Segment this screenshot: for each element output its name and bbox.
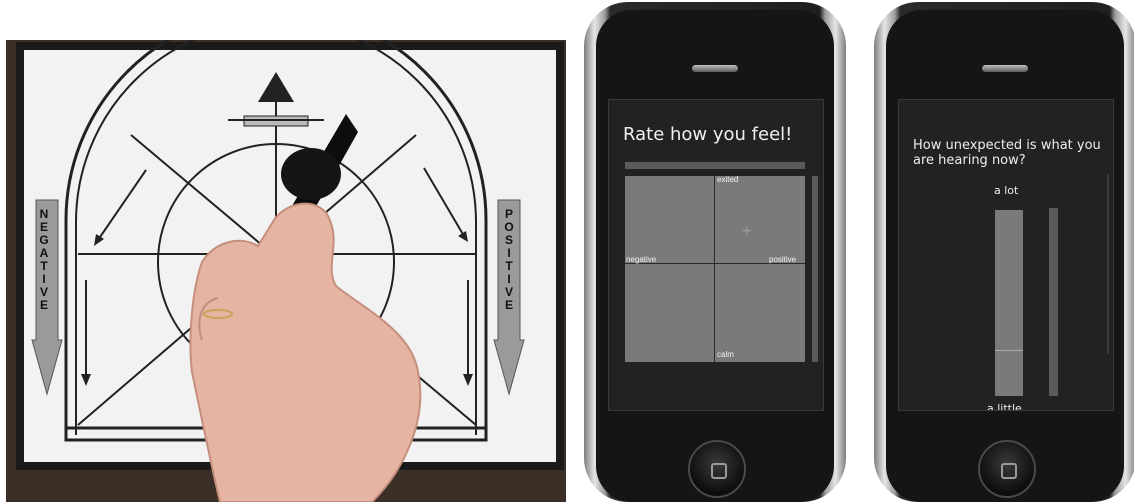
phone-mood-grid: Rate how you feel! exited negative posit… xyxy=(584,2,846,502)
crosshair-cursor[interactable]: + xyxy=(741,224,753,238)
rating-board-illustration xyxy=(6,40,566,502)
screen-title: Rate how you feel! xyxy=(623,124,793,145)
phone1-screen: Rate how you feel! exited negative posit… xyxy=(608,99,824,411)
axis-label-right: positive xyxy=(769,255,797,264)
axis-label-top: exited xyxy=(717,175,739,184)
top-bar xyxy=(625,162,805,169)
rating-board-photo: NEGATIVE POSITIVE xyxy=(6,40,566,502)
unexpectedness-slider[interactable] xyxy=(995,210,1023,396)
side-bar xyxy=(1049,208,1058,396)
mood-grid[interactable]: exited negative positive calm + xyxy=(625,175,805,362)
home-button[interactable] xyxy=(978,440,1036,498)
phone-unexpectedness-slider: How unexpected is what you are hearing n… xyxy=(874,2,1134,502)
home-button[interactable] xyxy=(688,440,746,498)
slider-top-label: a lot xyxy=(994,184,1019,197)
side-bar xyxy=(812,176,818,362)
axis-label-bottom: calm xyxy=(717,350,734,359)
slider-bottom-label: a little xyxy=(987,402,1022,411)
negative-label: NEGATIVE xyxy=(39,207,49,312)
slider-marker[interactable] xyxy=(995,350,1023,351)
home-square-icon xyxy=(1001,463,1017,479)
speaker-grille xyxy=(982,65,1028,72)
scroll-rail xyxy=(1107,174,1109,354)
phone2-screen: How unexpected is what you are hearing n… xyxy=(898,99,1114,411)
home-square-icon xyxy=(711,463,727,479)
axis-label-left: negative xyxy=(626,255,657,264)
positive-label: POSITIVE xyxy=(504,207,514,312)
speaker-grille xyxy=(692,65,738,72)
question-text: How unexpected is what you are hearing n… xyxy=(913,138,1101,168)
vertical-axis xyxy=(714,176,715,362)
